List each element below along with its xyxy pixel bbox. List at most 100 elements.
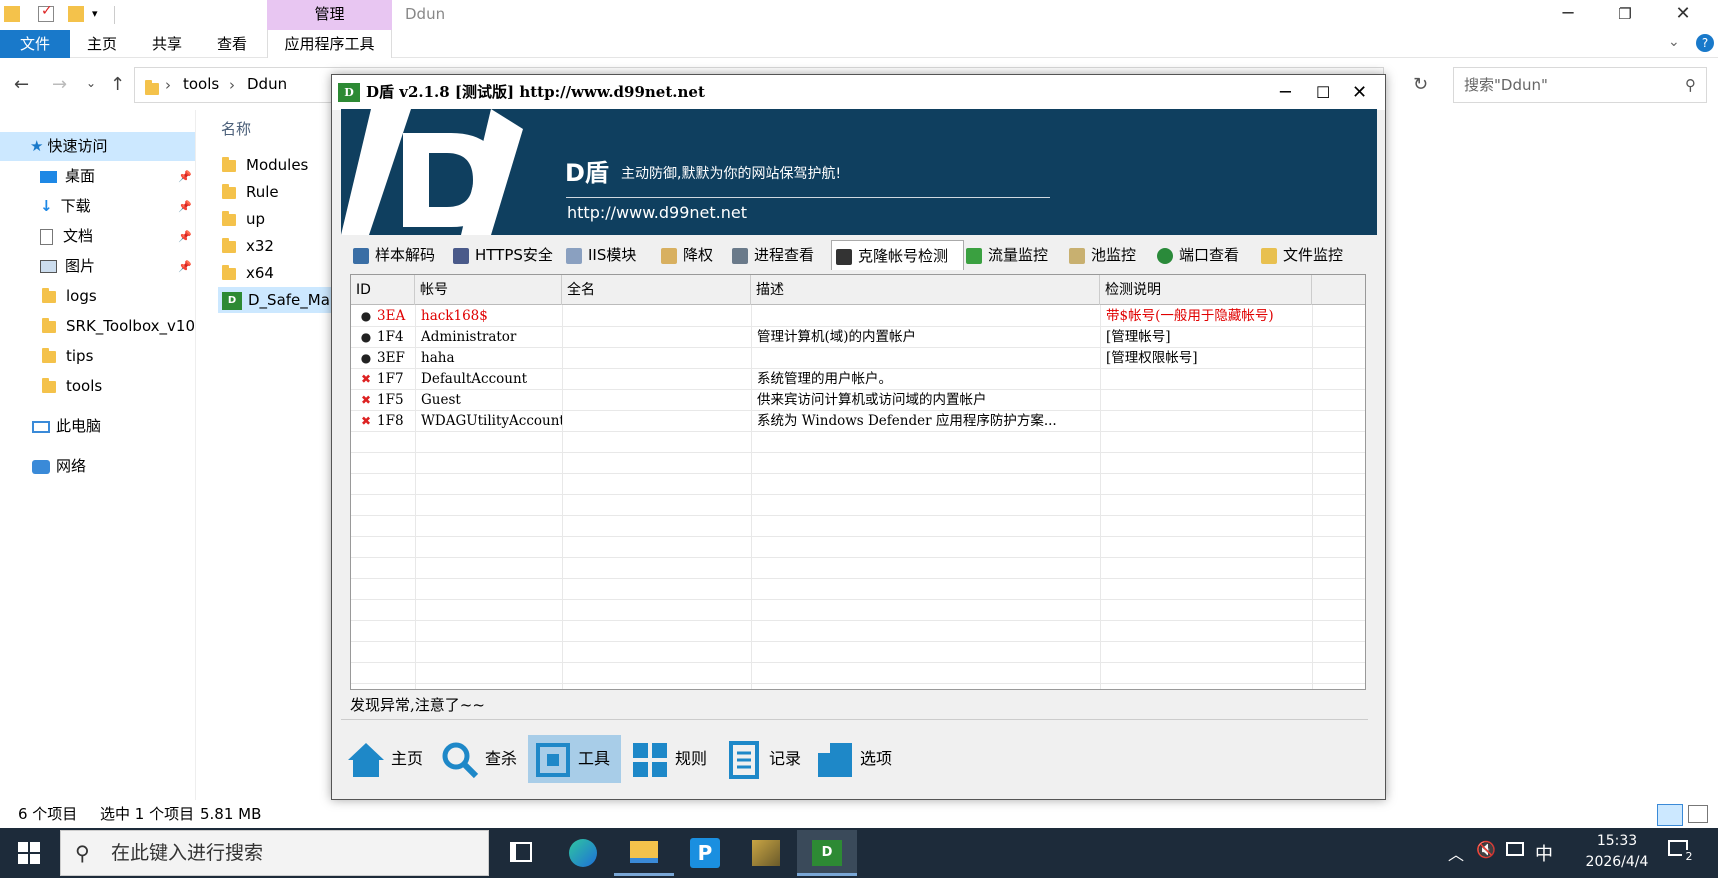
- minimize-button[interactable]: ─: [1545, 0, 1591, 30]
- nav-network[interactable]: 网络: [0, 452, 195, 481]
- file-name: x32: [246, 237, 274, 255]
- nav-button-label: 选项: [860, 749, 893, 768]
- file-item[interactable]: x32: [222, 233, 274, 259]
- table-row[interactable]: ● 3EF haha [管理权限帐号]: [351, 348, 1365, 369]
- forward-icon[interactable]: →: [52, 74, 67, 95]
- taskbar-clock[interactable]: 15:33 2026/4/4: [1572, 831, 1662, 875]
- tab-home[interactable]: 主页: [80, 30, 124, 58]
- column-header-description[interactable]: 描述: [751, 275, 1100, 305]
- explorer-statusbar: 6 个项目 选中 1 个项目 5.81 MB: [0, 800, 1718, 828]
- table-row[interactable]: ✖ 1F8 WDAGUtilityAccount 系统为 Windows Defend…: [351, 411, 1365, 432]
- table-row[interactable]: ✖ 1F7 DefaultAccount 系统管理的用户帐户。: [351, 369, 1365, 390]
- nav-button-label: 记录: [769, 749, 802, 768]
- task-view-icon: [510, 842, 532, 862]
- task-view-button[interactable]: [492, 830, 552, 876]
- nav-this-pc[interactable]: 此电脑: [0, 412, 195, 441]
- new-folder-icon[interactable]: [68, 6, 84, 22]
- table-row[interactable]: ● 1F4 Administrator 管理计算机(域)的内置帐户 [管理帐号]: [351, 327, 1365, 348]
- help-icon[interactable]: ?: [1696, 34, 1714, 52]
- taskbar-search-placeholder: 在此键入进行搜索: [111, 842, 264, 864]
- nav-desktop[interactable]: 桌面 📌: [0, 162, 195, 191]
- tab-app-tools[interactable]: 应用程序工具: [267, 30, 392, 58]
- nav-folder-tools[interactable]: tools: [0, 372, 195, 401]
- dshield-minimize-button[interactable]: ─: [1280, 75, 1291, 110]
- file-item[interactable]: x64: [222, 260, 274, 286]
- nav-label: logs: [66, 287, 97, 305]
- back-icon[interactable]: ←: [14, 74, 29, 95]
- nav-folder-tips[interactable]: tips: [0, 342, 195, 371]
- breadcrumb-item[interactable]: Ddun: [247, 75, 287, 93]
- tab-downgrade[interactable]: 降权: [661, 240, 713, 270]
- picture-icon: [40, 260, 57, 273]
- nav-button-tools[interactable]: 工具: [528, 735, 621, 783]
- nav-quick-access[interactable]: ★ 快速访问: [0, 132, 195, 161]
- file-item-selected[interactable]: D D_Safe_Mar: [218, 287, 338, 313]
- nav-folder-srk[interactable]: SRK_Toolbox_v10: [0, 312, 195, 341]
- file-item[interactable]: Modules: [222, 152, 308, 178]
- dshield-maximize-button[interactable]: ☐: [1316, 75, 1330, 110]
- recent-dropdown-icon[interactable]: ⌄: [86, 76, 96, 90]
- table-cell-id: ● 1F4: [351, 327, 415, 348]
- tab-file[interactable]: 文件: [0, 30, 70, 58]
- nav-button-scan[interactable]: 查杀: [441, 735, 517, 783]
- tab-sample-decode[interactable]: 样本解码: [353, 240, 435, 270]
- nav-button-home[interactable]: 主页: [347, 735, 423, 783]
- file-item[interactable]: Rule: [222, 179, 279, 205]
- notification-button[interactable]: 2: [1666, 838, 1696, 864]
- nav-downloads[interactable]: ↓ 下载 📌: [0, 192, 195, 221]
- nav-button-rules[interactable]: 规则: [631, 735, 707, 783]
- dshield-close-button[interactable]: ✕: [1352, 75, 1367, 110]
- column-header-name[interactable]: 名称: [221, 118, 251, 139]
- taskbar-app-tools[interactable]: [736, 830, 796, 876]
- cell-text: hack168$: [421, 308, 488, 324]
- close-button[interactable]: ✕: [1660, 0, 1706, 30]
- table-row[interactable]: ● 3EA hack168$ 带$帐号(一般用于隐藏帐号): [351, 306, 1365, 327]
- tab-https-security[interactable]: HTTPS安全: [453, 240, 553, 270]
- nav-folder-logs[interactable]: logs: [0, 282, 195, 311]
- taskbar-search-box[interactable]: ⚲ 在此键入进行搜索: [60, 830, 489, 876]
- chevron-down-icon[interactable]: ▾: [92, 6, 108, 22]
- ime-indicator[interactable]: 中: [1535, 840, 1553, 866]
- tab-port-view[interactable]: 端口查看: [1157, 240, 1239, 270]
- column-header-note[interactable]: 检测说明: [1100, 275, 1312, 305]
- tab-clone-account-detect[interactable]: 克隆帐号检测: [831, 240, 964, 270]
- restore-button[interactable]: ❐: [1602, 0, 1648, 30]
- table-cell-account: haha: [415, 348, 562, 369]
- taskbar-edge[interactable]: [553, 830, 613, 876]
- details-view-icon[interactable]: [1657, 804, 1683, 826]
- start-button[interactable]: [18, 842, 40, 864]
- nav-button-options[interactable]: 选项: [816, 735, 892, 783]
- taskbar-dshield[interactable]: D: [797, 830, 857, 876]
- taskbar-app-p[interactable]: P: [675, 830, 735, 876]
- volume-muted-icon[interactable]: 🔇: [1476, 840, 1496, 859]
- up-icon[interactable]: ↑: [110, 74, 125, 95]
- nav-button-log[interactable]: 记录: [725, 735, 801, 783]
- network-status-icon[interactable]: [1506, 842, 1524, 856]
- tab-share[interactable]: 共享: [145, 30, 189, 58]
- refresh-icon[interactable]: ↻: [1413, 74, 1428, 95]
- breadcrumb-item[interactable]: tools: [183, 75, 219, 93]
- file-name: D_Safe_Mar: [248, 291, 337, 309]
- tab-view[interactable]: 查看: [210, 30, 254, 58]
- column-header-id[interactable]: ID: [351, 275, 415, 305]
- tab-pool-monitor[interactable]: 池监控: [1069, 240, 1136, 270]
- search-icon: ⚲: [75, 841, 90, 865]
- taskbar-file-explorer[interactable]: [614, 830, 674, 876]
- file-item[interactable]: up: [222, 206, 265, 232]
- ribbon-context-tab[interactable]: 管理: [267, 0, 392, 30]
- tab-file-monitor[interactable]: 文件监控: [1261, 240, 1343, 270]
- column-header-account[interactable]: 帐号: [415, 275, 562, 305]
- table-cell-account: Administrator: [415, 327, 562, 348]
- expand-ribbon-icon[interactable]: ⌄: [1668, 34, 1680, 50]
- large-icons-view-icon[interactable]: [1688, 805, 1708, 823]
- nav-documents[interactable]: 文档 📌: [0, 222, 195, 251]
- tab-traffic-monitor[interactable]: 流量监控: [966, 240, 1048, 270]
- tab-iis-module[interactable]: IIS模块: [566, 240, 636, 270]
- show-hidden-icons-icon[interactable]: ︿: [1448, 841, 1464, 865]
- search-input[interactable]: 搜索"Ddun" ⚲: [1453, 67, 1707, 103]
- table-row[interactable]: ✖ 1F5 Guest 供来宾访问计算机或访问域的内置帐户: [351, 390, 1365, 411]
- tab-process-view[interactable]: 进程查看: [732, 240, 814, 270]
- column-header-fullname[interactable]: 全名: [562, 275, 751, 305]
- properties-icon[interactable]: ✓: [38, 3, 54, 22]
- nav-pictures[interactable]: 图片 📌: [0, 252, 195, 281]
